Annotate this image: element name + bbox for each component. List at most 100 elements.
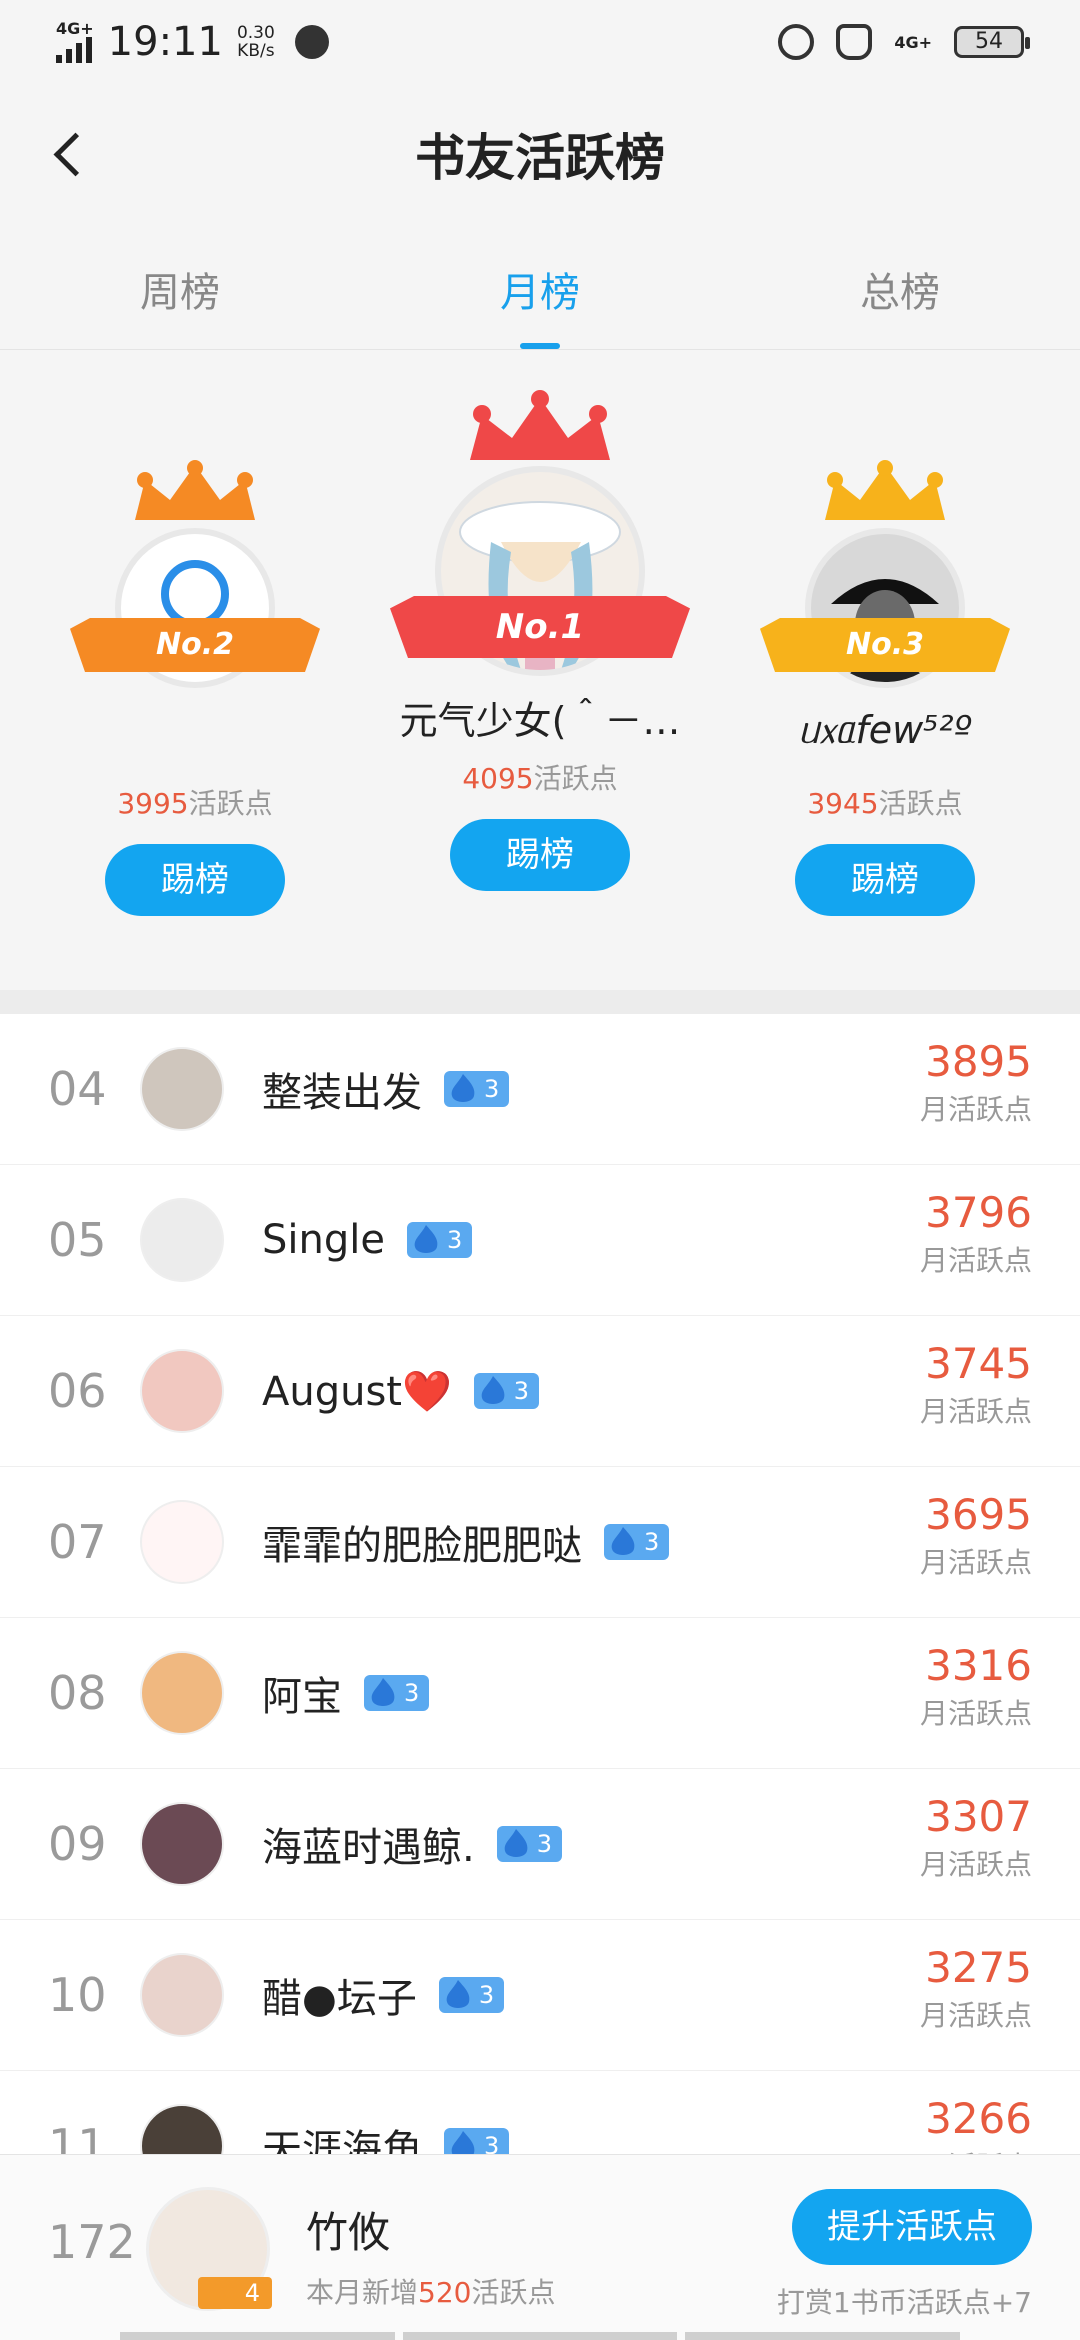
score-unit: 月活跃点 — [920, 2145, 1032, 2154]
podium-name — [80, 708, 310, 760]
avatar[interactable] — [140, 1198, 224, 1282]
network-type-right: 4G+ — [894, 32, 932, 52]
user-name: August❤️ — [262, 1368, 452, 1415]
rank-number: 06 — [48, 1364, 107, 1418]
points-value: 3945 — [807, 787, 879, 820]
flame-icon — [371, 1678, 395, 1706]
flame-icon — [504, 1829, 528, 1857]
app-notification-icon — [294, 25, 329, 59]
flame-icon — [481, 1376, 505, 1404]
score-unit: 月活跃点 — [919, 1546, 1032, 1579]
avatar[interactable] — [140, 1500, 224, 1584]
podium-points: 3995活跃点 — [80, 782, 310, 822]
kick-button[interactable]: 踢榜 — [795, 844, 975, 916]
score-value: 3266 — [925, 2094, 1032, 2143]
kick-button[interactable]: 踢榜 — [105, 844, 285, 916]
level-value: 3 — [513, 1377, 530, 1405]
list-item[interactable]: 07 霏霏的肥脸肥肥哒 3 3695 月活跃点 — [0, 1467, 1080, 1618]
podium-second: No.2 3995活跃点 踢榜 — [70, 460, 320, 916]
score: 3695 月活跃点 — [920, 1489, 1032, 1581]
list-item[interactable]: 08 阿宝 3 3316 月活跃点 — [0, 1618, 1080, 1769]
rank-label: No.3 — [846, 627, 924, 662]
boost-activity-button[interactable]: 提升活跃点 — [792, 2189, 1032, 2265]
avatar[interactable] — [140, 2104, 224, 2154]
crown-icon — [470, 390, 610, 460]
user-name: Single — [262, 1217, 385, 1263]
user-name: 醋●坛子 — [262, 1976, 417, 2022]
list-item[interactable]: 11 天涯海角 3 3266 月活跃点 — [0, 2071, 1080, 2154]
score-unit: 月活跃点 — [919, 1848, 1032, 1881]
mute-bell-icon — [836, 24, 873, 60]
flame-icon — [451, 2131, 475, 2154]
rank-number: 04 — [48, 1062, 107, 1116]
back-icon[interactable] — [46, 124, 96, 184]
score-value: 3695 — [925, 1490, 1032, 1539]
alarm-icon — [778, 24, 815, 60]
points-unit: 活跃点 — [188, 787, 273, 820]
points-unit: 活跃点 — [878, 787, 963, 820]
flame-icon — [446, 1980, 470, 2008]
user-name: 海蓝时遇鲸. — [262, 1825, 475, 1871]
avatar[interactable] — [140, 1349, 224, 1433]
level-badge: 3 — [364, 1675, 430, 1711]
section-divider — [0, 990, 1080, 1014]
score-unit: 月活跃点 — [919, 1395, 1032, 1428]
level-value: 3 — [446, 1226, 463, 1254]
level-value: 3 — [644, 1528, 660, 1556]
signal-icon — [56, 37, 94, 63]
kick-button[interactable]: 踢榜 — [450, 819, 630, 891]
podium-third: No.3 ᥙ᥊ᥲfew⁵²º 3945活跃点 踢榜 — [760, 460, 1010, 916]
list-item[interactable]: 10 醋●坛子 3 3275 月活跃点 — [0, 1920, 1080, 2071]
score-value: 3745 — [925, 1339, 1032, 1388]
nav-gesture-bar — [120, 2332, 961, 2340]
header: 书友活跃榜 — [0, 84, 1080, 224]
user-name: 整装出发 — [262, 1070, 422, 1116]
user-name: 霏霏的肥脸肥肥哒 — [262, 1523, 582, 1569]
tab-weekly[interactable]: 周榜 — [0, 240, 360, 349]
list-item[interactable]: 04 整装出发 3 3895 月活跃点 — [0, 1014, 1080, 1165]
flame-icon — [451, 1074, 475, 1102]
podium-name: 元气少女(＾－… — [399, 699, 681, 743]
page-title: 书友活跃榜 — [415, 129, 665, 187]
avatar[interactable] — [140, 1651, 224, 1735]
rank-label: No.1 — [495, 607, 585, 647]
level-badge: 3 — [473, 1373, 540, 1409]
score-unit: 月活跃点 — [919, 1697, 1032, 1730]
avatar[interactable] — [140, 1047, 224, 1131]
score-value: 3275 — [925, 1943, 1032, 1992]
rank-number: 05 — [48, 1213, 107, 1267]
list-item[interactable]: 06 August❤️ 3 3745 月活跃点 — [0, 1316, 1080, 1467]
my-name: 竹攸 — [306, 2208, 391, 2257]
status-bar: 4G+ 19:11 0.30 KB/s 4G+ 54 — [0, 0, 1080, 84]
level-badge: 3 — [444, 2128, 510, 2154]
avatar[interactable] — [140, 1953, 224, 2037]
network-speed: 0.30 KB/s — [237, 24, 275, 60]
score-value: 3796 — [925, 1188, 1032, 1237]
user-name: 天涯海角 — [262, 2127, 422, 2154]
level-badge: 3 — [496, 1826, 562, 1862]
score-value: 3316 — [925, 1641, 1032, 1690]
my-rank-number: 172 — [48, 2215, 136, 2269]
network-type: 4G+ — [56, 19, 94, 38]
rank-number: 07 — [48, 1515, 107, 1569]
my-rank-bar: 172 4 竹攸 本月新增520活跃点 提升活跃点 打赏1书币活跃点+7 — [0, 2154, 1080, 2340]
avatar[interactable] — [140, 1802, 224, 1886]
rank-number: 09 — [48, 1817, 107, 1871]
rank-ribbon: No.1 — [390, 596, 690, 658]
score: 3266 月活跃点 — [920, 2093, 1032, 2154]
ranking-list: 04 整装出发 3 3895 月活跃点 05 Single 3 3796 月活跃点 … — [0, 1014, 1080, 2154]
sub-suffix: 活跃点 — [471, 2276, 556, 2309]
level-badge: 3 — [438, 1977, 505, 2013]
score-unit: 月活跃点 — [919, 1999, 1032, 2032]
score: 3796 月活跃点 — [920, 1187, 1032, 1279]
list-item[interactable]: 05 Single 3 3796 月活跃点 — [0, 1165, 1080, 1316]
score: 3316 月活跃点 — [920, 1640, 1032, 1732]
score-unit: 月活跃点 — [919, 1244, 1032, 1277]
tab-total[interactable]: 总榜 — [720, 240, 1080, 349]
level-value: 3 — [536, 1830, 552, 1858]
list-item[interactable]: 09 海蓝时遇鲸. 3 3307 月活跃点 — [0, 1769, 1080, 1920]
podium-points: 4095活跃点 — [380, 757, 700, 797]
points-unit: 活跃点 — [533, 762, 618, 795]
tab-monthly[interactable]: 月榜 — [360, 240, 720, 349]
podium-name: ᥙ᥊ᥲfew⁵²º — [798, 708, 972, 752]
